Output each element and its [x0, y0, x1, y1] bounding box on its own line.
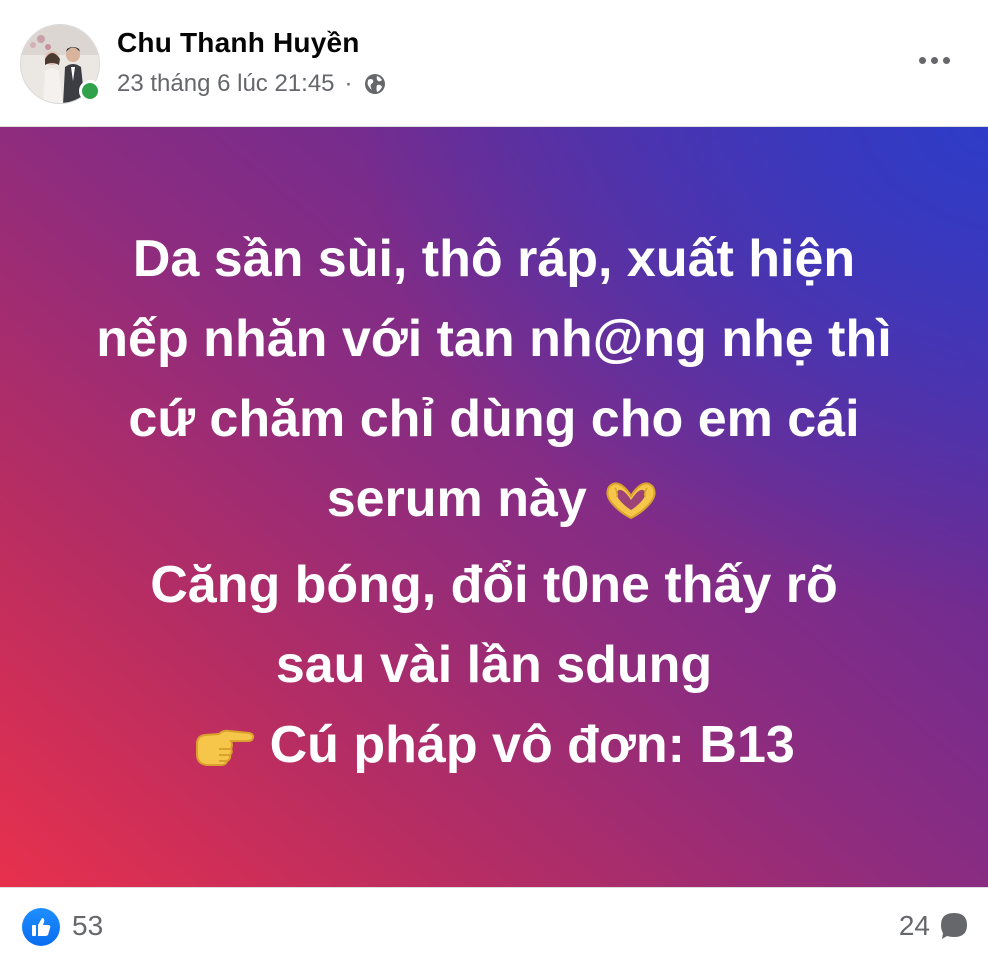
status-line: cứ chăm chỉ dùng cho em cái — [128, 390, 860, 448]
avatar[interactable] — [20, 24, 101, 104]
online-status-dot — [79, 80, 101, 102]
more-options-button[interactable] — [914, 50, 954, 70]
post-meta: 23 tháng 6 lúc 21:45 · — [117, 70, 387, 98]
author-name[interactable]: Chu Thanh Huyền — [117, 27, 360, 59]
status-line-with-emoji: Cú pháp vô đơn: B13 — [44, 705, 944, 791]
meta-separator: · — [344, 70, 353, 97]
status-line: nếp nhăn với tan nh@ng nhẹ thì — [96, 310, 892, 368]
thumbs-up-icon[interactable] — [22, 908, 60, 946]
status-line-text: serum này — [326, 470, 587, 528]
post-header: Chu Thanh Huyền 23 tháng 6 lúc 21:45 · — [0, 0, 988, 126]
status-line-with-emoji: serum này — [44, 459, 944, 545]
reaction-count[interactable]: 53 — [72, 910, 103, 942]
status-line: Da sần sùi, thô ráp, xuất hiện — [132, 230, 856, 288]
heart-hands-icon — [601, 465, 661, 545]
comment-count[interactable]: 24 — [899, 910, 930, 942]
comment-bubble-icon[interactable] — [938, 910, 970, 942]
status-background-card: Da sần sùi, thô ráp, xuất hiện nếp nhăn … — [0, 126, 988, 888]
post-footer: 53 24 — [0, 888, 988, 954]
status-line: sau vài lần sdung — [275, 636, 713, 694]
facebook-post: Chu Thanh Huyền 23 tháng 6 lúc 21:45 · D… — [0, 0, 988, 954]
more-dot — [942, 56, 950, 64]
status-line-text: Cú pháp vô đơn: B13 — [269, 716, 795, 774]
post-timestamp[interactable]: 23 tháng 6 lúc 21:45 — [117, 70, 335, 98]
globe-icon[interactable] — [363, 72, 387, 96]
status-line: Căng bóng, đổi t0ne thấy rõ — [150, 556, 838, 614]
status-text: Da sần sùi, thô ráp, xuất hiện nếp nhăn … — [44, 219, 944, 791]
more-dot — [930, 56, 938, 64]
more-horizontal-icon — [918, 56, 926, 64]
pointing-right-icon — [193, 711, 255, 791]
